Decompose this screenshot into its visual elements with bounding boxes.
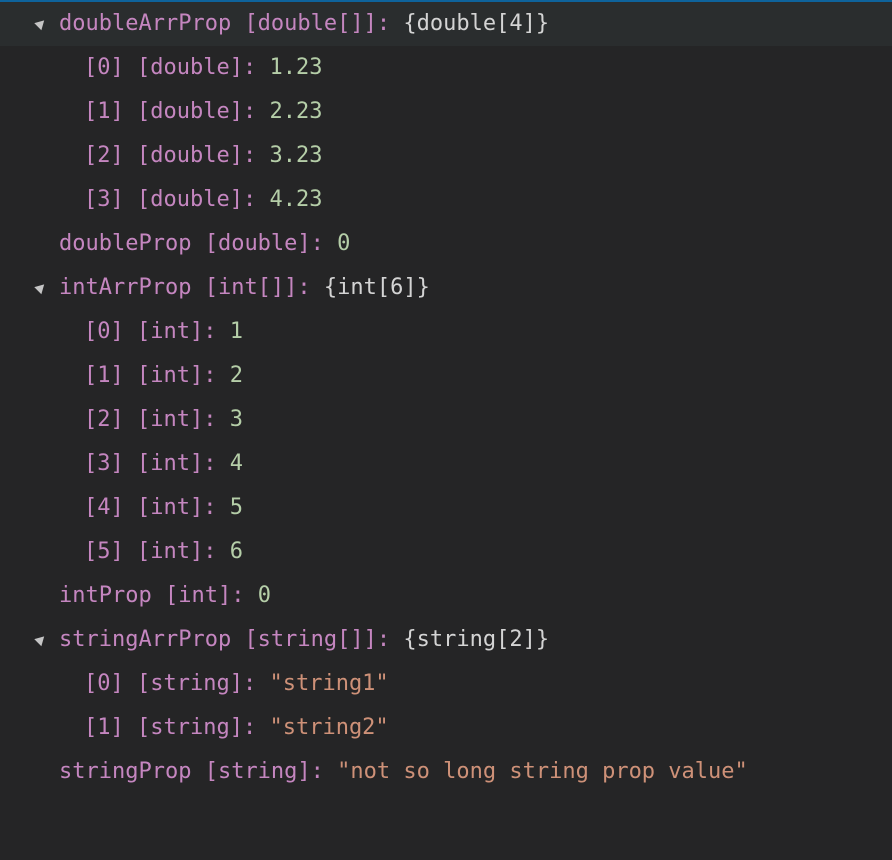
separator: : xyxy=(310,759,324,784)
variable-type: [string] xyxy=(204,759,311,784)
variable-value: 4.23 xyxy=(269,187,323,212)
expanded-arrow-icon[interactable] xyxy=(34,632,48,647)
variable-type: [int] xyxy=(137,451,204,476)
variable-value: 3.23 xyxy=(269,143,323,168)
variable-name: [0] xyxy=(84,671,124,696)
variable-value: "string2" xyxy=(269,715,389,740)
separator: : xyxy=(242,715,257,740)
variable-type: [double] xyxy=(137,143,243,168)
tree-row-intArrProp[interactable]: intArrProp [int[]]: {int[6]} xyxy=(0,266,892,310)
tree-row-element[interactable]: [1] [int]: 2 xyxy=(0,354,892,398)
variable-value: {double[4]} xyxy=(403,11,550,36)
variable-value: {int[6]} xyxy=(323,275,430,300)
variable-name: [5] xyxy=(84,539,124,564)
separator: : xyxy=(203,495,217,520)
variable-type: [int] xyxy=(137,319,204,344)
variable-type: [int] xyxy=(137,539,204,564)
variable-type: [double] xyxy=(204,231,311,256)
tree-row-element[interactable]: [0] [int]: 1 xyxy=(0,310,892,354)
variable-name: doubleProp xyxy=(59,231,192,256)
separator: : xyxy=(310,231,324,256)
variable-name: [3] xyxy=(84,187,124,212)
tree-row-element[interactable]: [0] [string]: "string1" xyxy=(0,662,892,706)
variable-name: [0] xyxy=(84,319,124,344)
variable-type: [double] xyxy=(137,55,243,80)
tree-row-element[interactable]: [2] [double]: 3.23 xyxy=(0,134,892,178)
variable-value: 1 xyxy=(229,319,243,344)
separator: : xyxy=(203,363,217,388)
variable-value: 4 xyxy=(229,451,243,476)
separator: : xyxy=(203,451,217,476)
tree-row-doubleArrProp[interactable]: doubleArrProp [double[]]: {double[4]} xyxy=(0,2,892,46)
separator: : xyxy=(242,187,257,212)
variable-value: "string1" xyxy=(269,671,389,696)
separator: : xyxy=(242,671,257,696)
separator: : xyxy=(376,11,391,36)
variable-name: [3] xyxy=(84,451,124,476)
tree-row-stringArrProp[interactable]: stringArrProp [string[]]: {string[2]} xyxy=(0,618,892,662)
variable-type: [int] xyxy=(164,583,232,608)
tree-row-element[interactable]: [1] [string]: "string2" xyxy=(0,706,892,750)
variable-type: [int[]] xyxy=(204,275,298,300)
separator: : xyxy=(203,407,217,432)
variable-name: [2] xyxy=(84,407,124,432)
tree-row-element[interactable]: [4] [int]: 5 xyxy=(0,486,892,530)
variable-name: stringArrProp xyxy=(59,627,232,652)
variable-name: [1] xyxy=(84,715,124,740)
separator: : xyxy=(242,99,257,124)
variable-type: [double[]] xyxy=(244,11,377,36)
variable-value: 2.23 xyxy=(269,99,323,124)
variables-tree-panel: doubleArrProp [double[]]: {double[4]} [0… xyxy=(0,0,892,860)
variable-type: [int] xyxy=(137,363,204,388)
variable-value: 6 xyxy=(229,539,243,564)
variable-value: 3 xyxy=(229,407,243,432)
variable-type: [string] xyxy=(137,715,243,740)
variable-value: 0 xyxy=(257,583,271,608)
tree-row-doubleProp[interactable]: doubleProp [double]: 0 xyxy=(0,222,892,266)
separator: : xyxy=(203,539,217,564)
separator: : xyxy=(297,275,311,300)
tree-row-intProp[interactable]: intProp [int]: 0 xyxy=(0,574,892,618)
separator: : xyxy=(203,319,217,344)
separator: : xyxy=(231,583,245,608)
variable-type: [string[]] xyxy=(244,627,377,652)
tree-row-element[interactable]: [5] [int]: 6 xyxy=(0,530,892,574)
variable-value: {string[2]} xyxy=(403,627,550,652)
variable-type: [string] xyxy=(137,671,243,696)
separator: : xyxy=(242,143,257,168)
tree-row-stringProp[interactable]: stringProp [string]: "not so long string… xyxy=(0,750,892,794)
tree-row-element[interactable]: [3] [double]: 4.23 xyxy=(0,178,892,222)
variable-value: 0 xyxy=(337,231,351,256)
separator: : xyxy=(242,55,257,80)
variable-name: doubleArrProp xyxy=(59,11,232,36)
expanded-arrow-icon[interactable] xyxy=(34,16,48,31)
variable-value: "not so long string prop value" xyxy=(337,759,748,784)
tree-row-element[interactable]: [2] [int]: 3 xyxy=(0,398,892,442)
tree-row-element[interactable]: [0] [double]: 1.23 xyxy=(0,46,892,90)
variable-type: [int] xyxy=(137,495,204,520)
separator: : xyxy=(376,627,391,652)
variable-value: 1.23 xyxy=(269,55,323,80)
tree-row-element[interactable]: [3] [int]: 4 xyxy=(0,442,892,486)
variable-type: [double] xyxy=(137,99,243,124)
variable-name: [2] xyxy=(84,143,124,168)
variable-name: [1] xyxy=(84,99,124,124)
variable-name: stringProp xyxy=(59,759,192,784)
tree-row-element[interactable]: [1] [double]: 2.23 xyxy=(0,90,892,134)
variable-name: intProp xyxy=(59,583,152,608)
expanded-arrow-icon[interactable] xyxy=(34,280,48,295)
variable-type: [double] xyxy=(137,187,243,212)
variable-type: [int] xyxy=(137,407,204,432)
variable-name: [4] xyxy=(84,495,124,520)
variable-name: [0] xyxy=(84,55,124,80)
variable-name: [1] xyxy=(84,363,124,388)
variable-value: 5 xyxy=(229,495,243,520)
variable-value: 2 xyxy=(229,363,243,388)
variable-name: intArrProp xyxy=(59,275,192,300)
